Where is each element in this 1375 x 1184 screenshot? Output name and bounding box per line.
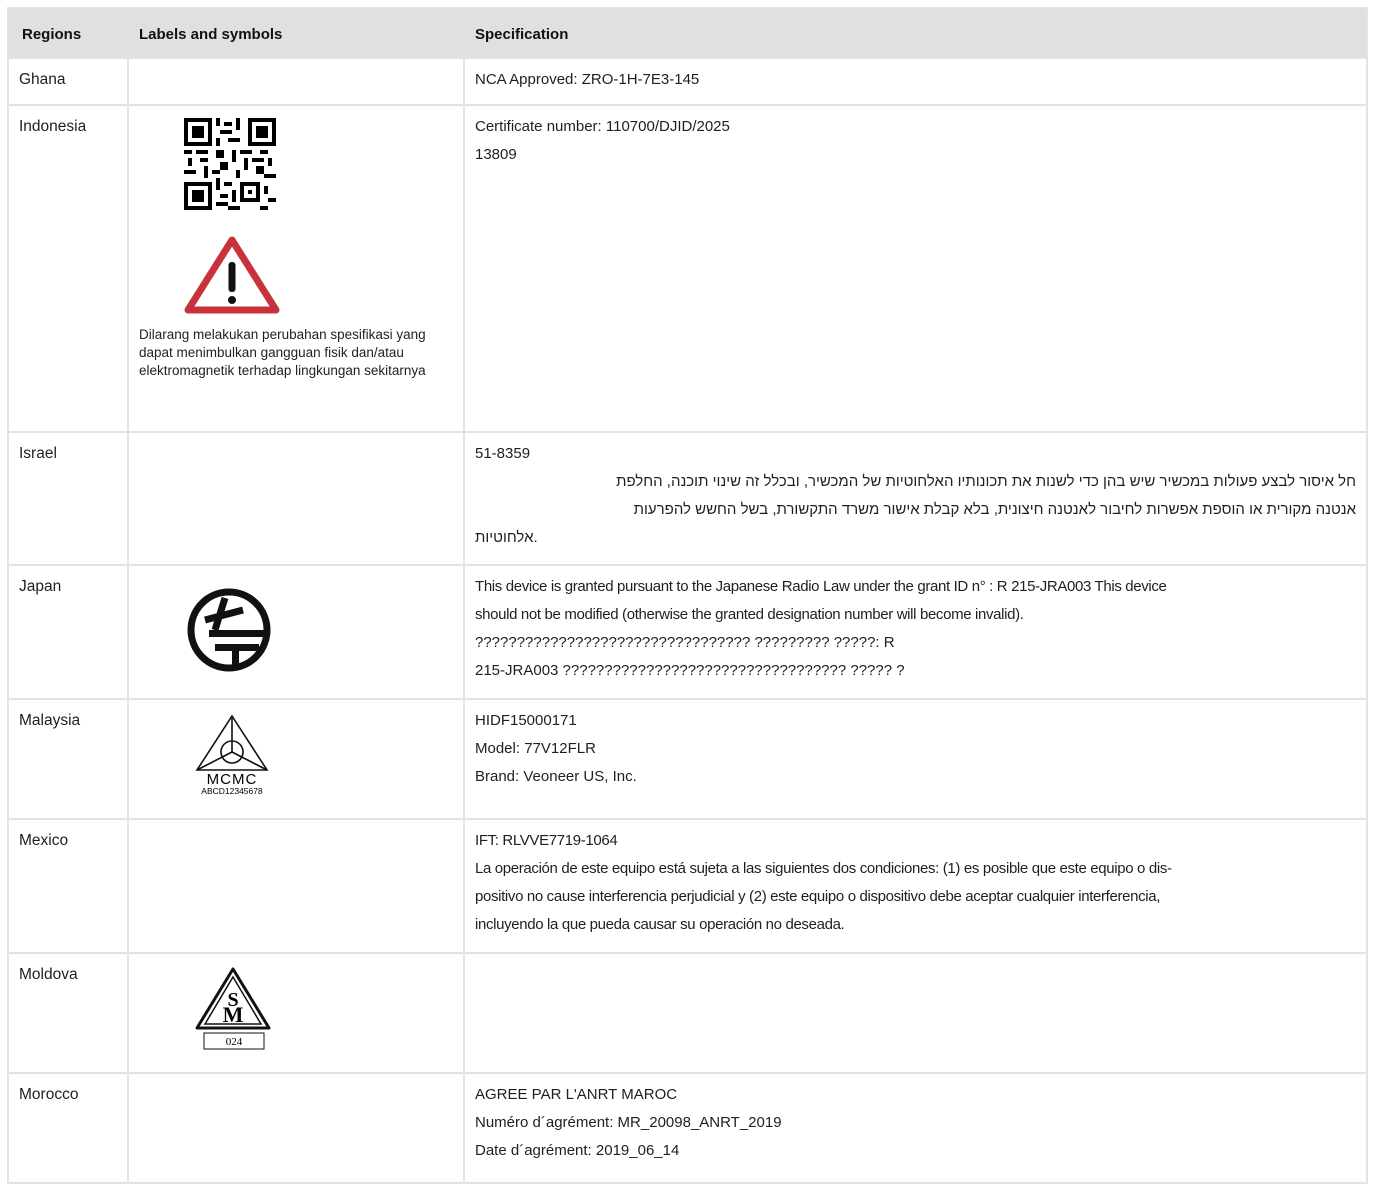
spec-line: Date d´agrément: 2019_06_14 — [475, 1142, 680, 1159]
table-row: Moldova S M 024 — [7, 952, 1368, 1074]
spec-line: HIDF15000171 — [475, 712, 577, 729]
indonesia-warning-text: Dilarang melakukan perubahan spesifikasi… — [139, 327, 426, 378]
region-indonesia: Indonesia — [7, 104, 129, 433]
spec-line: This device is granted pursuant to the J… — [475, 578, 1167, 595]
spec-moldova — [463, 952, 1368, 1074]
spec-line: AGREE PAR L'ANRT MAROC — [475, 1086, 678, 1103]
table-row: Japan This device is granted pursuant to… — [7, 564, 1368, 700]
header-labels: Labels and symbols — [127, 7, 465, 59]
spec-malaysia: HIDF15000171 Model: 77V12FLR Brand: Veon… — [463, 698, 1368, 820]
spec-line: 13809 — [475, 146, 517, 163]
spec-morocco: AGREE PAR L'ANRT MAROC Numéro d´agrément… — [463, 1072, 1368, 1184]
table-header-row: Regions Labels and symbols Specification — [7, 7, 1368, 59]
table-row: Morocco AGREE PAR L'ANRT MAROC Numéro d´… — [7, 1072, 1368, 1184]
spec-line: Brand: Veoneer US, Inc. — [475, 768, 637, 785]
region-malaysia: Malaysia — [7, 698, 129, 820]
spec-japan: This device is granted pursuant to the J… — [463, 564, 1368, 700]
labels-israel — [127, 431, 465, 566]
labels-morocco — [127, 1072, 465, 1184]
spec-line: incluyendo la que pueda causar su operac… — [475, 916, 845, 933]
labels-ghana — [127, 57, 465, 106]
spec-line-hebrew: אלחוטיות. — [475, 529, 538, 546]
labels-malaysia: MCMC ABCD12345678 — [127, 698, 465, 820]
spec-israel: 51-8359 חל איסור לבצע פעולות במכשיר שיש … — [463, 431, 1368, 566]
spec-line: NCA Approved: ZRO-1H-7E3-145 — [475, 71, 700, 88]
warning-triangle-icon — [184, 236, 280, 314]
region-mexico: Mexico — [7, 818, 129, 954]
spec-line: Numéro d´agrément: MR_20098_ANRT_2019 — [475, 1114, 782, 1131]
spec-line: should not be modified (otherwise the gr… — [475, 606, 1024, 623]
table-row: Mexico IFT: RLVVE7719-1064 La operación … — [7, 818, 1368, 954]
spec-indonesia: Certificate number: 110700/DJID/2025 138… — [463, 104, 1368, 433]
table-row: Malaysia MCMC ABCD12345678 HIDF15000171 … — [7, 698, 1368, 820]
table-row: Ghana NCA Approved: ZRO-1H-7E3-145 — [7, 57, 1368, 106]
spec-mexico: IFT: RLVVE7719-1064 La operación de este… — [463, 818, 1368, 954]
region-moldova: Moldova — [7, 952, 129, 1074]
spec-line: Certificate number: 110700/DJID/2025 — [475, 118, 730, 135]
mcmc-id-text: ABCD12345678 — [201, 786, 263, 796]
regulatory-table: Regions Labels and symbols Specification… — [7, 7, 1368, 1184]
labels-japan — [127, 564, 465, 700]
spec-line: ????????????????????????????????? ??????… — [475, 634, 895, 651]
table-row: Israel 51-8359 חל איסור לבצע פעולות במכש… — [7, 431, 1368, 566]
moldova-number: 024 — [226, 1036, 243, 1048]
table-row: Indonesia Dilarang melakukan perubahan s… — [7, 104, 1368, 433]
japan-telec-mark-icon — [187, 588, 271, 672]
spec-line: 51-8359 — [475, 445, 531, 462]
region-japan: Japan — [7, 564, 129, 700]
spec-line: positivo no cause interferencia perjudic… — [475, 888, 1161, 905]
spec-line-hebrew: אנטנה מקורית או הוספת אפשרות לחיבור לאנט… — [633, 501, 1356, 518]
labels-moldova: S M 024 — [127, 952, 465, 1074]
spec-line: 215-JRA003 ?????????????????????????????… — [475, 662, 905, 679]
labels-mexico — [127, 818, 465, 954]
spec-line-hebrew: חל איסור לבצע פעולות במכשיר שיש בהן כדי … — [616, 473, 1356, 490]
labels-indonesia: Dilarang melakukan perubahan spesifikasi… — [127, 104, 465, 433]
mcmc-mark-icon: MCMC ABCD12345678 — [195, 714, 269, 796]
region-morocco: Morocco — [7, 1072, 129, 1184]
region-ghana: Ghana — [7, 57, 129, 106]
svg-text:M: M — [223, 1002, 244, 1027]
spec-line: IFT: RLVVE7719-1064 — [475, 832, 618, 849]
region-israel: Israel — [7, 431, 129, 566]
spec-ghana: NCA Approved: ZRO-1H-7E3-145 — [463, 57, 1368, 106]
qr-code-icon — [184, 118, 276, 210]
header-spec: Specification — [463, 7, 1368, 59]
moldova-sm-mark-icon: S M 024 — [195, 967, 271, 1050]
spec-line: La operación de este equipo está sujeta … — [475, 860, 1172, 877]
spec-line: Model: 77V12FLR — [475, 740, 596, 757]
header-regions: Regions — [7, 7, 129, 59]
